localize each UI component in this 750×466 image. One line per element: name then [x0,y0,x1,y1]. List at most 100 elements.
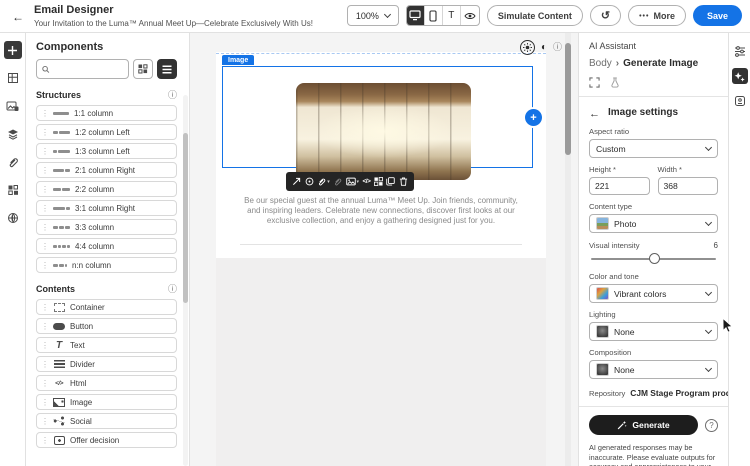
preview-button[interactable] [461,6,479,25]
components-search[interactable] [36,59,129,79]
drag-handle-icon[interactable] [41,341,49,350]
drag-handle-icon[interactable] [41,204,49,213]
duplicate-button[interactable] [386,177,395,186]
components-search-input[interactable] [53,64,123,74]
unlink-button[interactable] [333,177,342,186]
simulate-content-button[interactable]: Simulate Content [486,5,583,26]
drag-handle-icon[interactable] [41,242,49,251]
structure-item[interactable]: 3:1 column Right [36,200,177,216]
drag-handle-icon[interactable] [41,417,49,426]
structure-item[interactable]: 1:1 column [36,105,177,121]
content-item[interactable]: Social [36,413,177,429]
structure-1-1-icon [53,111,69,115]
more-button[interactable]: More [628,5,686,26]
breadcrumb-parent[interactable]: Body [589,58,612,69]
drag-handle-icon[interactable] [41,147,49,156]
scrollbar-thumb[interactable] [183,133,188,303]
selected-image-block[interactable] [222,66,533,180]
drag-handle-icon[interactable] [41,398,49,407]
structure-grid-button[interactable] [4,69,22,87]
content-item[interactable]: Container [36,299,177,315]
email-divider[interactable] [240,244,522,245]
add-block-button[interactable]: + [525,109,542,126]
composition-select[interactable]: None [589,360,718,379]
generate-button[interactable]: Generate [589,415,698,435]
color-tone-select[interactable]: Vibrant colors [589,284,718,303]
fragments-panel-button[interactable] [4,181,22,199]
properties-button[interactable] [732,43,748,59]
link-button[interactable] [317,177,330,186]
content-item[interactable]: Divider [36,356,177,372]
text-view-button[interactable] [443,6,461,25]
components-scrollbar[interactable] [183,95,188,466]
undo-button[interactable] [589,5,622,26]
drag-handle-icon[interactable] [41,436,49,445]
structure-item[interactable]: 1:3 column Left [36,143,177,159]
resize-button[interactable] [292,177,301,186]
list-view-toggle[interactable] [157,59,177,79]
slider-knob[interactable] [648,253,660,264]
visual-intensity-slider[interactable] [591,253,716,265]
drag-handle-icon[interactable] [41,379,49,388]
layers-panel-button[interactable] [4,125,22,143]
height-input[interactable] [589,177,650,195]
structure-item[interactable]: 2:2 column [36,181,177,197]
structure-item[interactable]: n:n column [36,257,177,273]
experiment-button[interactable] [610,77,620,88]
content-type-select[interactable]: Photo [589,214,718,233]
info-icon[interactable] [168,91,177,100]
content-item[interactable]: Button [36,318,177,334]
delete-button[interactable] [399,177,408,186]
dark-mode-toggle[interactable] [541,43,547,53]
structure-item[interactable]: 2:1 column Right [36,162,177,178]
drag-handle-icon[interactable] [41,185,49,194]
info-icon[interactable] [553,43,562,52]
back-button[interactable] [10,9,26,25]
help-icon[interactable]: ? [705,418,718,432]
aspect-ratio-select[interactable]: Custom [589,139,718,158]
email-intro-text[interactable]: Be our special guest at the annual Luma™… [241,196,521,225]
drag-handle-icon[interactable] [41,261,49,270]
structure-item[interactable]: 1:2 column Left [36,124,177,140]
content-item-label: Container [70,302,105,312]
lighting-select[interactable]: None [589,322,718,341]
assets-panel-button[interactable] [4,97,22,115]
width-input[interactable] [657,177,718,195]
badge-button[interactable] [732,93,748,109]
globe-button[interactable] [4,209,22,227]
settings-back-button[interactable] [589,105,600,120]
info-icon[interactable] [168,285,177,294]
desktop-view-button[interactable] [406,6,425,25]
repository-row[interactable]: Repository CJM Stage Program prod [589,388,728,398]
add-components-button[interactable] [3,41,22,59]
hero-image[interactable] [296,83,471,180]
zoom-select[interactable]: 100% [346,5,399,26]
content-item[interactable]: </> Html [36,375,177,391]
content-item[interactable]: T Text [36,337,177,353]
content-item[interactable]: Image [36,394,177,410]
drag-handle-icon[interactable] [41,322,49,331]
component-grid-button[interactable] [373,177,383,186]
links-panel-button[interactable] [4,153,22,171]
structure-item[interactable]: 3:3 column [36,219,177,235]
canvas-scrollbar[interactable] [565,33,571,466]
drag-handle-icon[interactable] [41,360,49,369]
content-item[interactable]: Offer decision [36,432,177,448]
drag-handle-icon[interactable] [41,303,49,312]
save-button[interactable]: Save [692,5,742,26]
scrollbar-thumb[interactable] [565,43,571,155]
drag-handle-icon[interactable] [41,109,49,118]
ai-assistant-rail-button[interactable] [731,68,748,84]
edit-html-button[interactable] [362,178,370,185]
expand-button[interactable] [589,77,600,88]
grid-view-toggle[interactable] [133,59,153,79]
drag-handle-icon[interactable] [41,223,49,232]
mobile-view-button[interactable] [425,6,443,25]
assets-button[interactable] [305,177,314,186]
email-page[interactable]: Image + ▾ ▾ </> Be our special guest at … [216,52,546,466]
drag-handle-icon[interactable] [41,166,49,175]
light-mode-button[interactable] [519,40,535,55]
structure-item[interactable]: 4:4 column [36,238,177,254]
drag-handle-icon[interactable] [41,128,49,137]
replace-image-button[interactable] [345,177,360,186]
